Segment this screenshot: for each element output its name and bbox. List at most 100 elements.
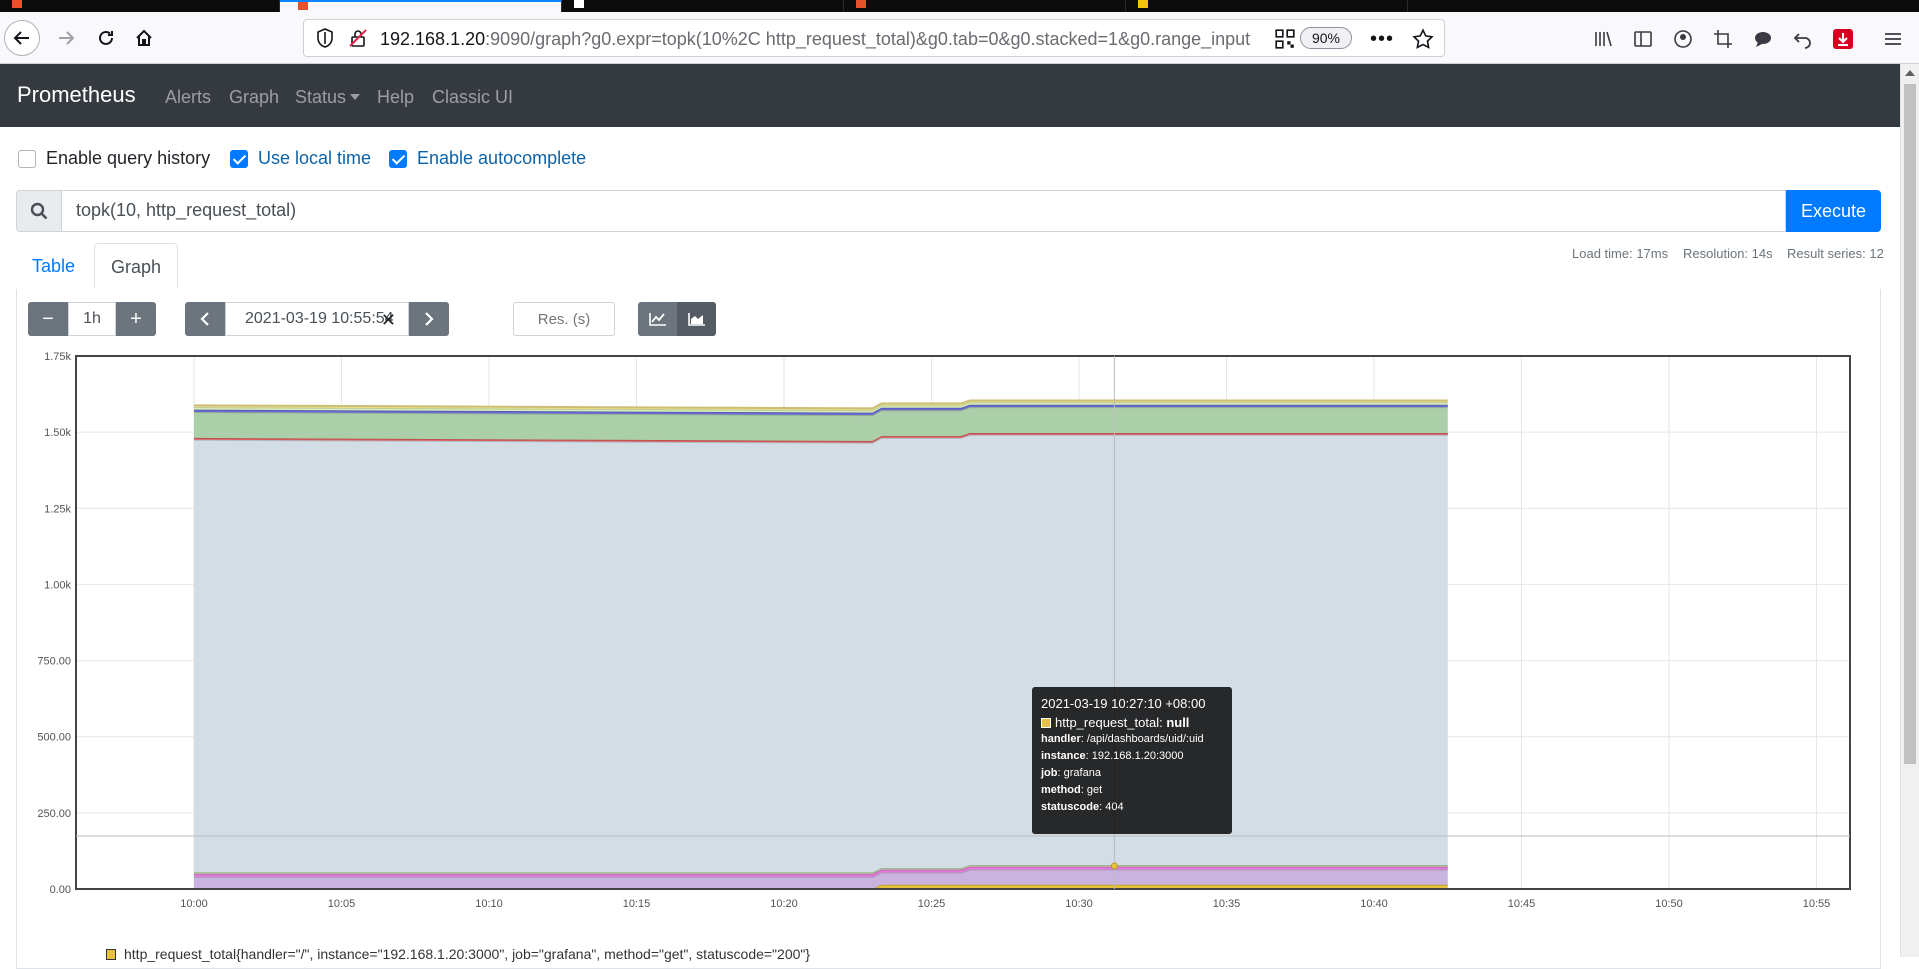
forward-button[interactable] xyxy=(48,20,84,56)
later-button[interactable] xyxy=(409,302,449,336)
chevron-right-icon xyxy=(425,312,434,326)
tracking-shield-icon[interactable] xyxy=(316,28,334,48)
nav-status-label: Status xyxy=(295,87,347,107)
local-time-label[interactable]: Use local time xyxy=(258,148,371,169)
y-tick-label: 500.00 xyxy=(37,732,71,744)
y-tick-label: 1.75k xyxy=(44,351,71,363)
result-series-stat: Result series: 12 xyxy=(1787,246,1884,261)
graph-tooltip: 2021-03-19 10:27:10 +08:00 http_request_… xyxy=(1032,687,1232,834)
browser-tab[interactable] xyxy=(1126,0,1408,12)
page-favicon-icon xyxy=(574,0,584,8)
decrease-range-button[interactable]: − xyxy=(28,302,68,336)
x-tick-label: 10:05 xyxy=(328,898,356,910)
url-text[interactable]: 192.168.1.20:9090/graph?g0.expr=topk(10%… xyxy=(380,29,1270,50)
page-scrollbar[interactable] xyxy=(1900,64,1919,957)
nav-alerts[interactable]: Alerts xyxy=(165,87,211,108)
sidebar-icon[interactable] xyxy=(1630,26,1656,52)
area-chart-icon xyxy=(687,313,705,326)
y-tick-label: 0.00 xyxy=(50,884,71,896)
x-tick-label: 10:10 xyxy=(475,898,503,910)
y-tick-label: 250.00 xyxy=(37,808,71,820)
menu-hamburger-icon[interactable] xyxy=(1880,26,1906,52)
query-history-label[interactable]: Enable query history xyxy=(46,148,210,169)
insecure-lock-icon[interactable] xyxy=(348,28,368,48)
account-icon[interactable] xyxy=(1670,26,1696,52)
chevron-left-icon xyxy=(200,312,209,326)
nav-classic-ui[interactable]: Classic UI xyxy=(432,87,513,108)
browser-tab-active[interactable] xyxy=(280,0,562,12)
autocomplete-option[interactable]: Enable autocomplete xyxy=(389,148,586,169)
browser-toolbar: 192.168.1.20:9090/graph?g0.expr=topk(10%… xyxy=(0,12,1919,64)
label-key: instance xyxy=(1041,750,1086,762)
y-tick-label: 1.50k xyxy=(44,427,71,439)
resolution-stat: Resolution: 14s xyxy=(1683,246,1773,261)
earlier-button[interactable] xyxy=(185,302,225,336)
minus-icon: − xyxy=(42,307,54,330)
scroll-up-arrow-icon[interactable] xyxy=(1905,70,1915,76)
nav-help[interactable]: Help xyxy=(377,87,414,108)
local-time-option[interactable]: Use local time xyxy=(230,148,371,169)
undo-icon[interactable] xyxy=(1790,26,1816,52)
execute-button[interactable]: Execute xyxy=(1786,190,1881,232)
prometheus-favicon-icon xyxy=(12,0,22,8)
home-icon xyxy=(136,29,152,46)
label-value: grafana xyxy=(1063,767,1101,779)
increase-range-button[interactable]: + xyxy=(116,302,156,336)
end-time-input[interactable]: 2021-03-19 10:55:54 ✕ xyxy=(225,302,409,336)
x-tick-label: 10:50 xyxy=(1655,898,1683,910)
x-tick-label: 10:20 xyxy=(770,898,798,910)
tab-graph[interactable]: Graph xyxy=(94,243,179,289)
resolution-input[interactable] xyxy=(513,302,615,336)
browser-tab[interactable] xyxy=(562,0,844,12)
url-bar[interactable]: 192.168.1.20:9090/graph?g0.expr=topk(10%… xyxy=(303,19,1445,57)
x-tick-label: 10:55 xyxy=(1803,898,1831,910)
search-icon xyxy=(16,190,62,232)
range-input[interactable]: 1h xyxy=(68,302,116,336)
tooltip-series: http_request_total: null xyxy=(1041,714,1223,731)
query-history-checkbox[interactable] xyxy=(18,149,36,168)
tooltip-label-row: method: get xyxy=(1041,784,1103,796)
legend-item[interactable]: http_request_total{handler="/", instance… xyxy=(106,946,810,962)
prometheus-navbar: Prometheus Alerts Graph Status Help Clas… xyxy=(0,64,1900,127)
qr-code-icon[interactable] xyxy=(1274,28,1296,50)
tooltip-label-row: handler: /api/dashboards/uid/:uid xyxy=(1041,733,1204,745)
x-tick-label: 10:35 xyxy=(1213,898,1241,910)
tab-table[interactable]: Table xyxy=(16,243,91,289)
clear-end-time-icon[interactable]: ✕ xyxy=(381,310,396,331)
bookmark-star-icon[interactable] xyxy=(1412,28,1434,50)
query-history-option[interactable]: Enable query history xyxy=(18,148,210,169)
reload-icon xyxy=(99,30,113,45)
brand-logo[interactable]: Prometheus xyxy=(17,82,136,108)
arrow-left-icon xyxy=(13,31,29,45)
back-button[interactable] xyxy=(4,20,40,56)
download-extension-icon[interactable] xyxy=(1830,26,1856,52)
zoom-level-badge[interactable]: 90% xyxy=(1300,27,1352,49)
expression-input[interactable]: topk(10, http_request_total) xyxy=(61,190,1786,232)
label-value: /api/dashboards/uid/:uid xyxy=(1086,733,1204,745)
x-tick-label: 10:45 xyxy=(1508,898,1536,910)
tooltip-label-row: job: grafana xyxy=(1041,767,1101,779)
grafana-favicon-icon xyxy=(856,0,866,8)
crop-screenshot-icon[interactable] xyxy=(1710,26,1736,52)
url-host: 192.168.1.20 xyxy=(380,29,486,49)
star-favicon-icon xyxy=(1138,0,1148,8)
nav-status[interactable]: Status xyxy=(295,87,361,108)
caret-down-icon xyxy=(350,94,361,100)
line-chart-button[interactable] xyxy=(638,302,677,336)
browser-tab[interactable] xyxy=(0,0,280,12)
autocomplete-label[interactable]: Enable autocomplete xyxy=(417,148,586,169)
scrollbar-thumb[interactable] xyxy=(1904,84,1916,764)
series-color-swatch xyxy=(1041,717,1051,728)
library-icon[interactable] xyxy=(1590,26,1616,52)
local-time-checkbox[interactable] xyxy=(230,149,248,168)
reload-button[interactable] xyxy=(88,20,124,56)
nav-graph[interactable]: Graph xyxy=(229,87,279,108)
stacked-chart-button[interactable] xyxy=(677,302,716,336)
page-actions-icon[interactable]: ••• xyxy=(1370,28,1393,50)
y-tick-label: 1.00k xyxy=(44,579,71,591)
home-button[interactable] xyxy=(126,20,162,56)
chat-bubble-icon[interactable] xyxy=(1750,26,1776,52)
legend-label: http_request_total{handler="/", instance… xyxy=(124,946,811,962)
autocomplete-checkbox[interactable] xyxy=(389,149,407,168)
browser-tab[interactable] xyxy=(844,0,1126,12)
